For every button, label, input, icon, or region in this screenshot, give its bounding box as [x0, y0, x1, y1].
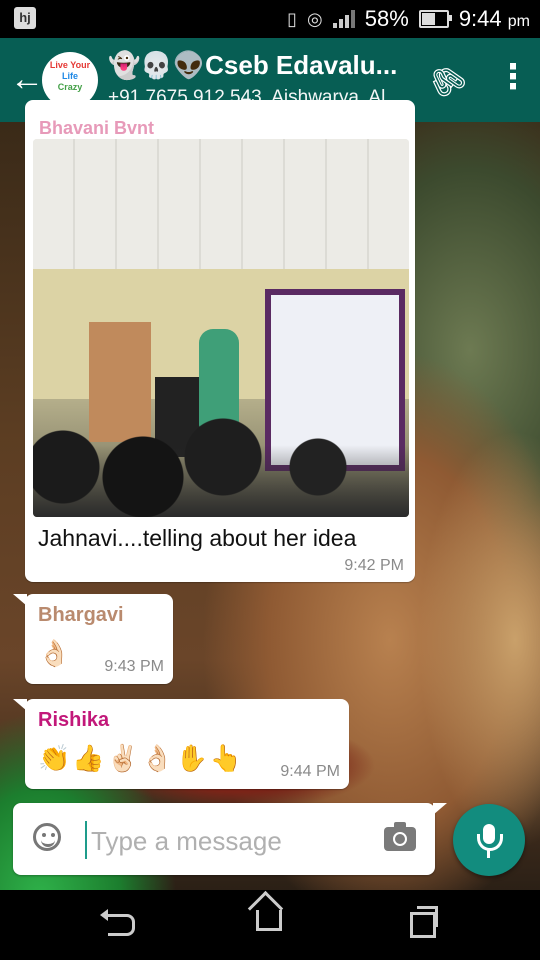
- message-text: 👌🏻: [38, 638, 73, 668]
- message-bubble[interactable]: Rishika 👏👍✌🏻👌🏻✋👆 9:44 PM: [13, 699, 349, 789]
- signal-icon: [332, 10, 355, 28]
- status-bar: hj ▯ ◎ 58% 9:44 pm: [0, 0, 540, 38]
- nav-back-icon[interactable]: [100, 909, 135, 936]
- smiley-icon[interactable]: [33, 823, 61, 851]
- message-time: 9:42 PM: [344, 557, 404, 574]
- message-sender: Rishika: [38, 709, 110, 731]
- camera-icon[interactable]: [384, 822, 416, 851]
- nav-recent-apps-icon[interactable]: [410, 906, 438, 938]
- clock: 9:44 pm: [458, 6, 530, 31]
- battery-percent: 58%: [364, 6, 409, 31]
- system-nav-bar: [0, 890, 540, 960]
- message-input[interactable]: [89, 821, 373, 861]
- message-sender: Bhargavi: [38, 604, 124, 626]
- photo-caption: Jahnavi....telling about her idea: [38, 525, 357, 551]
- message-sender: Bhavani Bvnt: [39, 118, 155, 138]
- notification-app-icon: hj: [14, 7, 36, 29]
- message-composer: [13, 803, 447, 875]
- message-bubble[interactable]: Bhargavi 👌🏻 9:43 PM: [13, 594, 173, 684]
- shared-photo[interactable]: [33, 139, 409, 517]
- message-time: 9:44 PM: [280, 763, 340, 780]
- group-title[interactable]: 👻💀👽Cseb Edavalu...: [108, 50, 397, 81]
- back-arrow-icon[interactable]: ←: [10, 62, 44, 96]
- nav-home-icon[interactable]: [256, 910, 282, 931]
- paperclip-icon[interactable]: 🖇: [421, 56, 473, 107]
- message-text: 👏👍✌🏻👌🏻✋👆: [38, 743, 245, 773]
- hotspot-icon: ◎: [307, 8, 323, 29]
- text-cursor: [85, 821, 87, 859]
- vibrate-icon: ▯: [287, 8, 298, 29]
- more-options-icon[interactable]: ⋮: [496, 60, 530, 94]
- message-time: 9:43 PM: [104, 658, 164, 675]
- microphone-button[interactable]: [453, 804, 525, 876]
- message-bubble[interactable]: Bhavani Bvnt Jahnavi....telling about he…: [25, 100, 415, 582]
- battery-icon: [418, 10, 452, 28]
